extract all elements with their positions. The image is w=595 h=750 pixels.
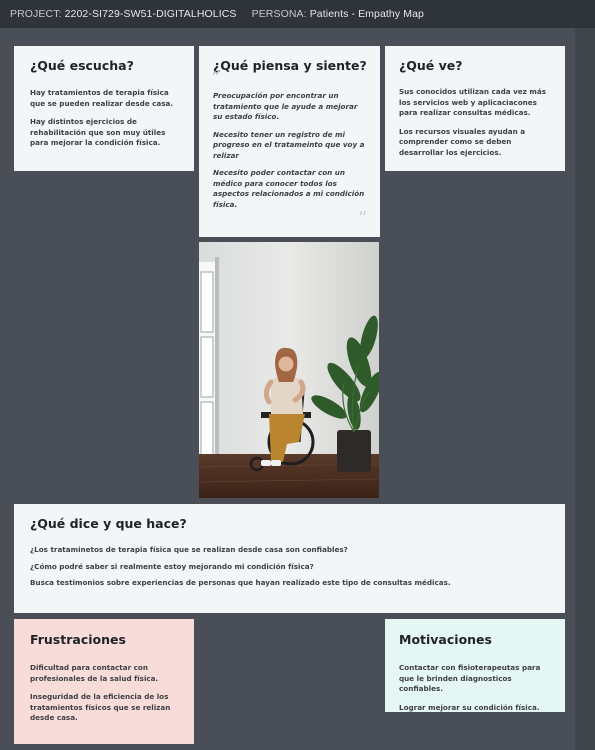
open-quote-icon: “: [211, 68, 221, 89]
project-label: PROJECT:: [10, 8, 62, 20]
card-text: Inseguridad de la eficiencia de los trat…: [30, 692, 171, 722]
card-que-escucha: ¿Qué escucha? Hay tratamientos de terapi…: [14, 46, 194, 171]
card-que-piensa-y-siente: ¿Qué piensa y siente? “ Preocupación por…: [199, 46, 380, 237]
card-title: ¿Qué piensa y siente?: [213, 58, 367, 73]
card-text: Necesito tener un registro de mi progres…: [213, 129, 365, 160]
card-text: Busca testimonios sobre experiencias de …: [30, 578, 451, 587]
card-text: Hay distintos ejercicios de rehabilitaci…: [30, 117, 166, 147]
persona-value: Patients - Empathy Map: [309, 8, 424, 20]
persona-label: PERSONA:: [251, 8, 307, 20]
card-title: ¿Qué dice y que hace?: [30, 516, 187, 531]
card-text: Hay tratamientos de terapia física que s…: [30, 88, 174, 108]
card-text: Preocupación por encontrar un tratamient…: [213, 91, 358, 121]
card-text: ¿Cómo podré saber si realmente estoy mej…: [30, 561, 314, 571]
card-text: Necesito poder contactar con un médico p…: [213, 168, 365, 209]
card-frustraciones: Frustraciones Dificultad para contactar …: [14, 619, 194, 744]
card-title: ¿Qué escucha?: [30, 58, 134, 73]
card-text: Sus conocidos utilizan cada vez más los …: [399, 87, 546, 117]
card-motivaciones: Motivaciones Contactar con fisioterapeut…: [385, 619, 565, 712]
card-text: Lograr mejorar su condición física.: [399, 702, 540, 712]
close-quote-icon: ”: [358, 208, 368, 229]
card-text: Dificultad para contactar con profesiona…: [30, 663, 159, 683]
card-text: ¿Los trataminetos de terapia física que …: [30, 545, 348, 554]
card-que-ve: ¿Qué ve? Sus conocidos utilizan cada vez…: [385, 46, 565, 171]
card-text: Contactar con fisioterapeutas para que l…: [399, 663, 541, 693]
project-value: 2202-SI729-SW51-DIGITALHOLICS: [64, 8, 237, 20]
card-title: Motivaciones: [399, 632, 492, 647]
card-title: Frustraciones: [30, 632, 126, 647]
card-text: Los recursos visuales ayudan a comprende…: [399, 126, 526, 157]
right-scroll-strip: [575, 28, 595, 750]
card-que-dice-y-hace: ¿Qué dice y que hace? ¿Los trataminetos …: [14, 504, 565, 613]
project-header: PROJECT: 2202-SI729-SW51-DIGITALHOLICS P…: [0, 0, 595, 28]
card-title: ¿Qué ve?: [399, 58, 463, 73]
persona-photo: [199, 242, 379, 498]
